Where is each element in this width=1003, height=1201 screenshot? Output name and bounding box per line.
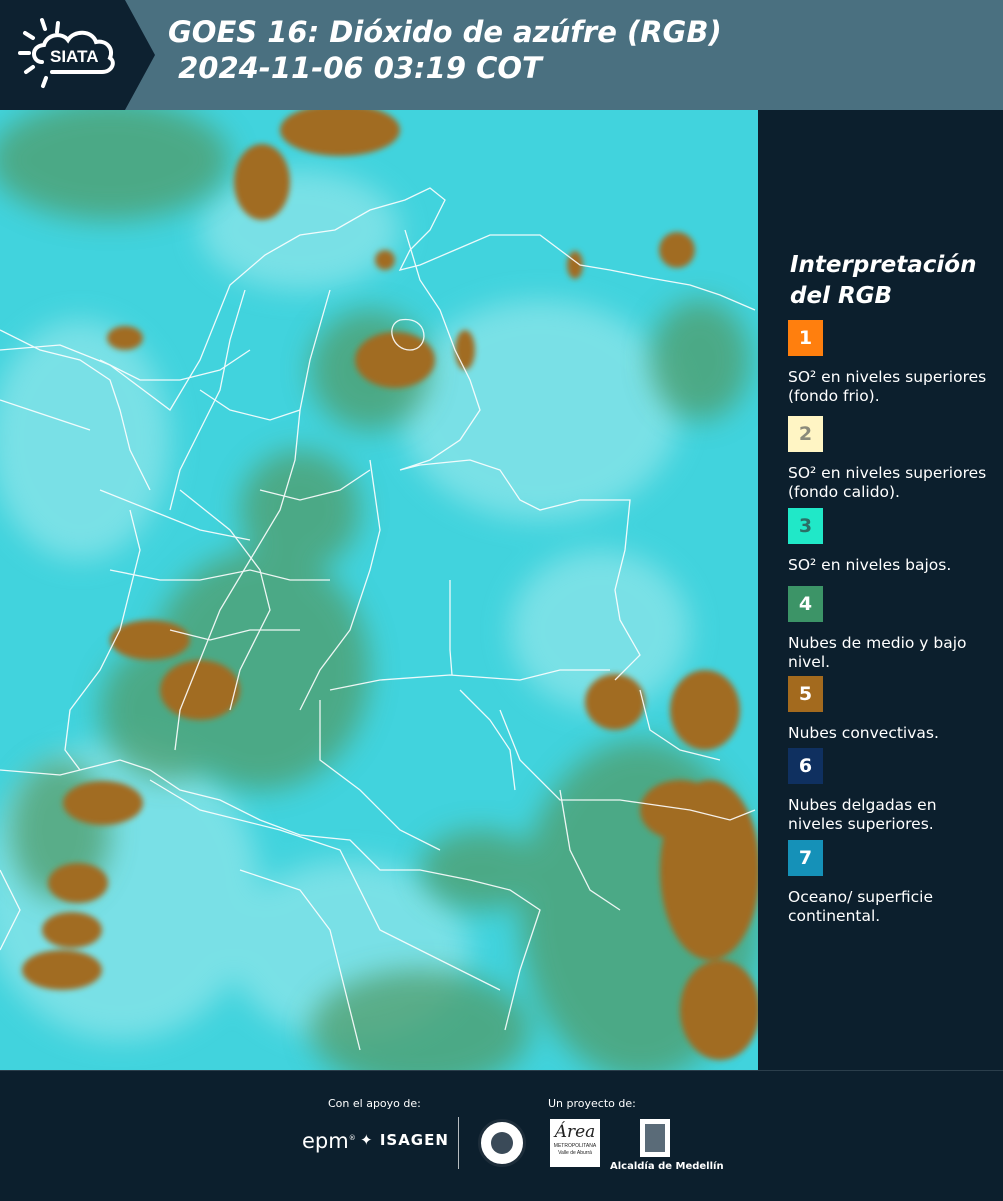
alcaldia-text: Alcaldía de Medellín <box>610 1161 724 1172</box>
legend-item-7: 7 Oceano/ superficie continental. <box>788 840 993 926</box>
legend-text: Oceano/ superficie continental. <box>788 888 933 925</box>
page-title: GOES 16: Dióxido de azúfre (RGB) 2024-11… <box>168 14 722 86</box>
epm-logo: epm® <box>302 1129 356 1153</box>
epm-text: epm <box>302 1129 349 1153</box>
medellin-seal-icon <box>478 1119 526 1167</box>
legend-swatch: 1 <box>788 320 823 356</box>
title-line-1: GOES 16: Dióxido de azúfre (RGB) <box>168 15 722 49</box>
legend-item-4: 4 Nubes de medio y bajo nivel. <box>788 586 993 672</box>
area-sub-2: Valle de Aburrá <box>558 1150 592 1156</box>
legend-text: SO² en niveles superiores (fondo calido)… <box>788 464 987 501</box>
legend-text: Nubes delgadas en niveles superiores. <box>788 796 937 833</box>
logo-text: SIATA <box>50 47 98 66</box>
legend-swatch: 7 <box>788 840 823 876</box>
legend-item-3: 3 SO² en niveles bajos. <box>788 508 993 575</box>
legend-swatch: 3 <box>788 508 823 544</box>
legend-text: SO² en niveles superiores (fondo frio). <box>788 368 987 405</box>
area-sub-1: METROPOLITANA <box>553 1143 597 1149</box>
legend-panel: Interpretación del RGB 1 SO² en niveles s… <box>758 110 1003 1070</box>
legend-swatch: 4 <box>788 586 823 622</box>
footer: Con el apoyo de: Un proyecto de: epm® ✦ … <box>0 1070 1003 1201</box>
alcaldia-shield-icon <box>640 1119 670 1157</box>
legend-text: SO² en niveles bajos. <box>788 556 952 574</box>
legend-text: Nubes convectivas. <box>788 724 939 742</box>
isagen-logo: ✦ ISAGEN <box>360 1131 449 1149</box>
satellite-image <box>0 110 758 1070</box>
legend-swatch: 2 <box>788 416 823 452</box>
legend-item-5: 5 Nubes convectivas. <box>788 676 993 743</box>
header-bar: SIATA GOES 16: Dióxido de azúfre (RGB) 2… <box>0 0 1003 110</box>
siata-logo: SIATA <box>0 0 160 110</box>
legend-swatch: 5 <box>788 676 823 712</box>
isagen-text: ISAGEN <box>379 1131 449 1149</box>
legend-title-line-1: Interpretación <box>790 252 977 278</box>
satellite-map <box>0 110 758 1070</box>
project-label: Un proyecto de: <box>548 1097 636 1110</box>
isagen-icon: ✦ <box>360 1131 374 1149</box>
area-text: Área <box>554 1122 596 1142</box>
legend-item-1: 1 SO² en niveles superiores (fondo frio). <box>788 320 993 406</box>
footer-divider <box>458 1117 459 1169</box>
legend-title-line-2: del RGB <box>790 283 893 309</box>
legend-swatch: 6 <box>788 748 823 784</box>
legend-item-6: 6 Nubes delgadas en niveles superiores. <box>788 748 993 834</box>
legend-text: Nubes de medio y bajo nivel. <box>788 634 967 671</box>
legend-title: Interpretación del RGB <box>790 250 976 312</box>
legend-item-2: 2 SO² en niveles superiores (fondo calido… <box>788 416 993 502</box>
title-line-2: 2024-11-06 03:19 COT <box>168 51 542 85</box>
support-label: Con el apoyo de: <box>328 1097 421 1110</box>
area-metropolitana-logo: Área METROPOLITANA Valle de Aburrá <box>550 1119 600 1167</box>
